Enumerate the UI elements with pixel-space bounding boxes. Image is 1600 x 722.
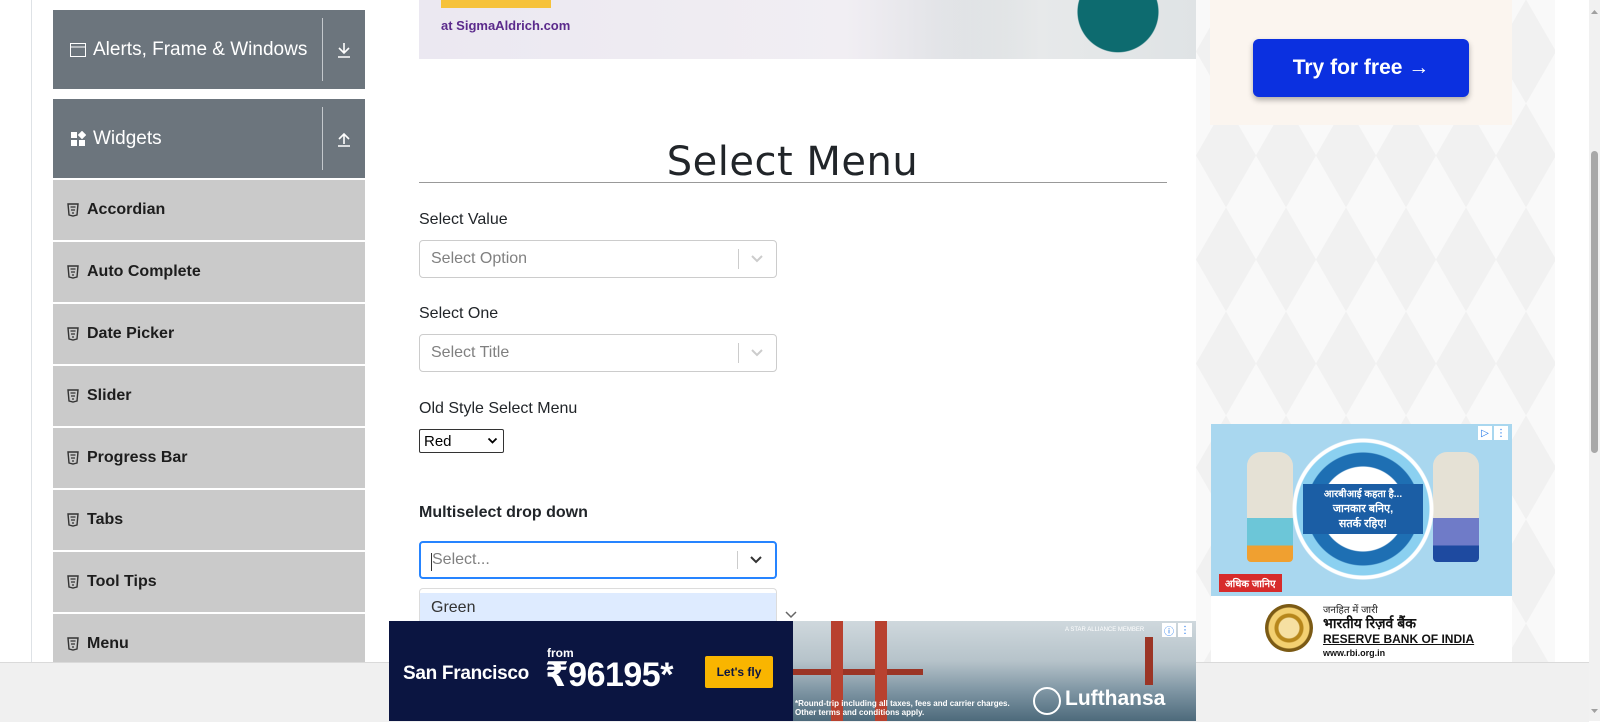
ad-character-left <box>1247 452 1293 562</box>
more-options-icon[interactable]: ⋮ <box>1178 623 1192 637</box>
chevron-down-icon <box>487 434 498 451</box>
ad-character-right <box>1433 452 1479 562</box>
select-one-label: Select One <box>419 305 499 322</box>
lufthansa-ad[interactable]: San Francisco from ₹96195* Let's fly A S… <box>389 621 1196 721</box>
sidebar-item-slider[interactable]: Slider <box>53 366 365 428</box>
rbi-emblem-icon <box>1265 604 1313 652</box>
ad-alliance-text: A STAR ALLIANCE MEMBER <box>1065 627 1145 633</box>
collapse-up-icon[interactable] <box>335 129 353 149</box>
ad-brand: Lufthansa <box>1065 687 1166 710</box>
sidebar-item-accordian[interactable]: Accordian <box>53 180 365 242</box>
widgets-menu-list: Accordian Auto Complete Date Picker Slid… <box>53 180 365 662</box>
ad-destination: San Francisco <box>403 663 529 684</box>
page-title: Select Menu <box>666 138 919 185</box>
select-value-label: Select Value <box>419 211 508 228</box>
scroll-down-icon[interactable] <box>1591 701 1598 719</box>
ad-headline-fragment <box>1280 0 1287 14</box>
ad-choices-controls[interactable]: ▷ ⋮ <box>1478 426 1508 440</box>
group-widgets[interactable]: Widgets <box>53 99 365 178</box>
sidebar-item-date-picker[interactable]: Date Picker <box>53 304 365 366</box>
select-one-dropdown[interactable]: Select Title <box>419 334 777 372</box>
expand-down-icon[interactable] <box>335 40 353 60</box>
select-one-placeholder: Select Title <box>431 344 510 361</box>
ad-choices-controls[interactable]: ⓘ ⋮ <box>1162 623 1192 638</box>
multiselect-placeholder: Select... <box>432 551 490 568</box>
chevron-down-icon[interactable] <box>748 250 766 268</box>
scroll-up-icon[interactable] <box>1591 2 1598 20</box>
html5-icon <box>67 637 79 651</box>
rbi-ad-footer: जनहित में जारी भारतीय रिज़र्व बैंक RESER… <box>1211 596 1512 662</box>
ad-banner-text: आरबीआई कहता है... जानकार बनिए, सतर्क रहि… <box>1303 484 1423 534</box>
group-label: Alerts, Frame & Windows <box>93 38 308 60</box>
multiselect-option-green[interactable]: Green <box>420 593 776 623</box>
old-style-select-label: Old Style Select Menu <box>419 400 578 417</box>
html5-icon <box>67 575 79 589</box>
ad-fine-print: *Round-trip including all taxes, fees an… <box>795 699 1010 717</box>
sidebar: Alerts, Frame & Windows Widgets Accordia… <box>53 0 365 662</box>
html5-icon <box>67 513 79 527</box>
html5-icon <box>67 203 79 217</box>
old-style-select-value: Red <box>424 432 452 450</box>
ad-choices-icon[interactable]: ▷ <box>1478 426 1492 440</box>
group-label: Widgets <box>93 127 162 149</box>
title-divider <box>419 182 1167 183</box>
multiselect-input[interactable]: Select... <box>419 541 777 579</box>
try-for-free-button[interactable]: Try for free → <box>1253 39 1469 97</box>
ad-solve-button-fragment <box>441 0 551 8</box>
multiselect-menu: Green <box>419 588 777 623</box>
group-alerts-frame-windows[interactable]: Alerts, Frame & Windows <box>53 10 365 89</box>
sidebar-item-tabs[interactable]: Tabs <box>53 490 365 552</box>
ad-url-text: at SigmaAldrich.com <box>441 18 571 33</box>
select-value-placeholder: Select Option <box>431 250 528 267</box>
more-options-icon[interactable]: ⋮ <box>1494 426 1508 440</box>
info-icon[interactable]: ⓘ <box>1162 623 1176 638</box>
ad-photo-golden-gate: A STAR ALLIANCE MEMBER *Round-trip inclu… <box>793 621 1196 721</box>
old-style-select[interactable]: Red <box>419 429 504 453</box>
html5-icon <box>67 451 79 465</box>
ad-learn-more-button[interactable]: अधिक जानिए <box>1219 574 1282 592</box>
text-cursor <box>431 553 432 571</box>
sidebar-item-menu[interactable]: Menu <box>53 614 365 662</box>
select-value-dropdown[interactable]: Select Option <box>419 240 777 278</box>
widgets-grid-icon <box>69 130 87 147</box>
multiselect-label: Multiselect drop down <box>419 504 588 521</box>
html5-icon <box>67 265 79 279</box>
ad-price: ₹96195* <box>545 656 673 694</box>
sidebar-item-auto-complete[interactable]: Auto Complete <box>53 242 365 304</box>
sidebar-item-progress-bar[interactable]: Progress Bar <box>53 428 365 490</box>
rbi-ad[interactable]: ▷ ⋮ आरबीआई कहता है... जानकार बनिए, सतर्क… <box>1211 424 1512 662</box>
page-left-border <box>31 0 32 662</box>
chevron-down-icon[interactable] <box>748 344 766 362</box>
page-scrollbar[interactable] <box>1589 0 1600 721</box>
html5-icon <box>67 389 79 403</box>
window-icon <box>69 42 87 58</box>
ad-photo <box>936 0 1196 59</box>
sidebar-item-tool-tips[interactable]: Tool Tips <box>53 552 365 614</box>
sigma-aldrich-ad-banner[interactable]: at SigmaAldrich.com <box>419 0 1196 59</box>
lufthansa-crane-logo-icon <box>1033 687 1061 715</box>
chevron-down-icon[interactable] <box>747 551 765 569</box>
lets-fly-button[interactable]: Let's fly <box>705 656 773 688</box>
scrollbar-thumb[interactable] <box>1591 151 1598 453</box>
html5-icon <box>67 327 79 341</box>
